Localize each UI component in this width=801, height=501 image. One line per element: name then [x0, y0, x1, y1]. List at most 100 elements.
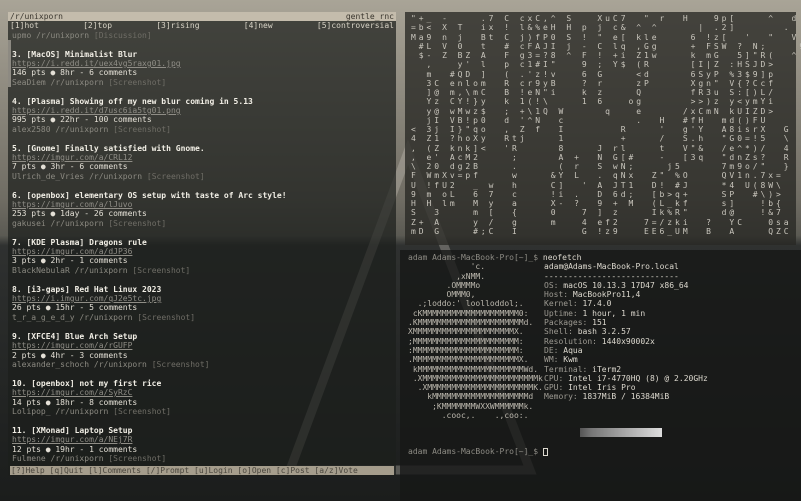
color-palette-blocks: [580, 428, 662, 438]
post-title[interactable]: 4. [Plasma] Showing off my new blur comi…: [12, 97, 396, 106]
post-item[interactable]: 7. [KDE Plasma] Dragons rule https://imgu…: [8, 228, 396, 275]
post-flair: [Screenshot]: [137, 312, 196, 322]
post-url[interactable]: https://imgur.com/a/SyRzC: [12, 388, 132, 397]
post-title[interactable]: 3. [MacOS] Minimalist Blur: [12, 50, 396, 59]
matrix-row: , e' AcM2 ; A + N G[# - [3q "dnZs? R: [411, 152, 792, 162]
matrix-row: H H lm M y a X- ? 9 + M (L_kf s] !b{: [411, 199, 784, 208]
subreddit-title: /r/unixporn: [10, 12, 63, 21]
post-author: t_r_a_g_e_d_y /r/unixporn: [12, 312, 133, 322]
post-url[interactable]: https://i.imgur.com/qJ2e5tc.jpg: [12, 294, 161, 303]
matrix-row: =b< X T ix ! l&%eH H p j c& ^ ^ | .2] . …: [411, 23, 801, 33]
info-key: Packages:: [544, 318, 593, 328]
post-flair: [Screenshot]: [151, 359, 210, 369]
post-meta: 26 pts ● 15hr - 5 comments: [12, 303, 138, 313]
post-title[interactable]: 11. [XMonad] Laptop Setup: [12, 426, 396, 435]
matrix-row: mD G #;C I G !z9 EE6_UM B A QZC: [411, 226, 792, 236]
matrix-rain-panel: "+_ - .7 C cxC,^ S XuC7 " r H 9p[ ^ d =b<…: [405, 12, 801, 245]
post-url[interactable]: https://imgur.com/a/NEj7R: [12, 435, 132, 444]
neofetch-terminal[interactable]: adam Adams-MacBook-Pro[~]_$ neofetch 'c.…: [400, 250, 801, 501]
ascii-art-line: XMMMMMMMMMMMMMMMMMMMMMX.: [408, 327, 524, 337]
info-line: WM: Kwm: [544, 355, 708, 364]
post-item[interactable]: 3. [MacOS] Minimalist Blur https://i.redd…: [8, 40, 396, 88]
tab-new[interactable]: [4]new: [244, 21, 273, 30]
post-author: Lolipop_ /r/unixporn: [12, 406, 109, 416]
tab-controversial[interactable]: [5]controversial: [317, 21, 394, 30]
info-key: Terminal:: [544, 364, 593, 374]
post-url[interactable]: https://imgur.com/a/dJP36: [12, 247, 132, 256]
post-title[interactable]: 6. [openbox] elementary OS setup with ta…: [12, 191, 396, 200]
post-title[interactable]: 7. [KDE Plasma] Dragons rule: [12, 238, 396, 247]
info-line: Host: MacBookPro11,4: [544, 290, 708, 299]
info-key: Kernel:: [544, 299, 583, 309]
matrix-row: Z+ A y / g m 4 ef2 7=/zki ? YC 0sa: [411, 217, 792, 227]
post-flair: [Screenshot]: [132, 265, 191, 275]
post-title[interactable]: 8. [i3-gaps] Red Hat Linux 2023: [12, 285, 396, 294]
info-line: Memory: 1837MiB / 16384MiB: [544, 392, 708, 401]
ascii-art-line: 'c.: [408, 262, 486, 272]
command: neofetch: [542, 253, 582, 262]
info-key: OS:: [544, 280, 564, 290]
prompt-line-current[interactable]: adam Adams-MacBook-Pro[~]_$: [408, 447, 793, 456]
prompt: adam Adams-MacBook-Pro[~]_$: [408, 447, 539, 457]
info-line: Terminal: iTerm2: [544, 365, 708, 374]
ascii-art-line: .KMMMMMMMMMMMMMMMMMMMMMMd.: [408, 318, 534, 328]
ascii-art-line: .XMMMMMMMMMMMMMMMMMMMMMMMMk: [408, 373, 543, 383]
cursor: [542, 447, 548, 456]
prompt: adam Adams-MacBook-Pro[~]_$: [408, 253, 539, 262]
info-line: OS: macOS 10.13.3 17D47 x86_64: [544, 281, 708, 290]
post-title[interactable]: 5. [Gnome] Finally satisfied with Gnome.: [12, 144, 396, 153]
matrix-row: Ma9 n j Bt C j)fP0 S ! " e[ kle 6 !z[ ' …: [411, 32, 800, 42]
post-item[interactable]: 8. [i3-gaps] Red Hat Linux 2023 https://i…: [8, 275, 396, 322]
ascii-art-line: .;loddo:' loolloddol;.: [408, 299, 524, 309]
post-meta: 7 pts ● 3hr - 6 comments: [12, 162, 128, 172]
info-key: GPU:: [544, 383, 569, 393]
post-url[interactable]: https://imgur.com/a/lJuvo: [12, 200, 132, 209]
post-author: Fulmene /r/unixporn: [12, 453, 104, 463]
post-author: alexander_schoch /r/unixporn: [12, 359, 147, 369]
matrix-row: S 3 m [ { 0 7 ] z Ik%R" d@ !&7: [411, 208, 784, 218]
post-author: SeaDiem /r/unixporn: [12, 77, 104, 87]
post-author: alex2580 /r/unixporn: [12, 124, 109, 134]
post-item[interactable]: 9. [XFCE4] Blue Arch Setup https://imgur.…: [8, 322, 396, 369]
matrix-row: 3C enlom R cr9yB ? r zP Xgn" V{?Ccf: [411, 78, 777, 88]
matrix-row: #L V 0 t # cFAJI j - C lq ,Gg + FSW ? N;…: [411, 41, 801, 51]
post-item[interactable]: 11. [XMonad] Laptop Setup https://imgur.c…: [8, 416, 396, 463]
matrix-row: , y' l p c1#I" 9 ; Y$ (R [I|Z :HSJD>: [411, 60, 777, 70]
post-item[interactable]: 10. [openbox] not my first rice https://i…: [8, 369, 396, 416]
post-item-partial[interactable]: upmo /r/unixporn [Discussion]: [8, 31, 396, 40]
tab-hot[interactable]: [1]hot: [10, 21, 39, 30]
ascii-art-line: OMMM0,: [408, 290, 476, 300]
tab-rising[interactable]: [3]rising: [156, 21, 199, 30]
reddit-terminal-panel: /r/unixporn gentle_rnc [1]hot [2]top [3]…: [8, 12, 396, 476]
info-line: GPU: Intel Iris Pro: [544, 383, 708, 392]
post-url[interactable]: https://i.redd.it/d7usc6ia5tg01.png: [12, 106, 181, 115]
post-meta: 146 pts ● 8hr - 6 comments: [12, 68, 138, 78]
post-url[interactable]: https://imgur.com/a/rGUFP: [12, 341, 132, 350]
post-meta: 253 pts ● 1day - 26 comments: [12, 209, 147, 219]
post-url[interactable]: https://i.redd.it/uex4vg5raxg01.jpg: [12, 59, 181, 68]
post-url[interactable]: https://imgur.com/a/CRL12: [12, 153, 132, 162]
separator: ----------------------------: [544, 271, 679, 281]
info-value: bash 3.2.57: [577, 327, 631, 337]
matrix-row: m #QD ] ( .'z!v 6 G <d 6SyP %3$9]p: [411, 69, 777, 79]
post-title[interactable]: 9. [XFCE4] Blue Arch Setup: [12, 332, 396, 341]
matrix-row: $- Z BZ A F g3=?8 ^ F ! +i Z1w k mG 5]"R…: [411, 51, 800, 60]
post-item[interactable]: 5. [Gnome] Finally satisfied with Gnome.…: [8, 134, 396, 181]
tab-top[interactable]: [2]top: [83, 21, 112, 30]
ascii-art-line: ,xNMM.: [408, 271, 486, 281]
matrix-row: "+_ - .7 C cxC,^ S XuC7 " r H 9p[ ^ d: [411, 14, 800, 23]
matrix-row: jI VB!p0 d '^N c . H #fH md()FU: [411, 115, 769, 125]
post-item[interactable]: 4. [Plasma] Showing off my new blur comi…: [8, 87, 396, 134]
matrix-row: 4 Z1 ?hoXy Rtj 1 + / S.h "G0=!5 \: [411, 134, 792, 144]
prompt-line: adam Adams-MacBook-Pro[~]_$ neofetch: [408, 253, 793, 262]
post-meta: 14 pts ● 18hr - 8 comments: [12, 397, 138, 407]
ascii-art-line: .cooc,. .,coo:.: [408, 411, 529, 421]
matrix-row: Yz CY!}y k 1(!\ 1 6 og >>)z y<ymYi: [411, 97, 777, 107]
info-line: Kernel: 17.4.0: [544, 299, 708, 308]
info-key: WM:: [544, 355, 564, 365]
info-value: Aqua: [563, 345, 583, 355]
ascii-art-line: kMMMMMMMMMMMMMMMMMMMMMMWd.: [408, 364, 539, 374]
post-item[interactable]: 6. [openbox] elementary OS setup with ta…: [8, 181, 396, 228]
post-title[interactable]: 10. [openbox] not my first rice: [12, 379, 396, 388]
info-key: Shell:: [544, 327, 578, 337]
